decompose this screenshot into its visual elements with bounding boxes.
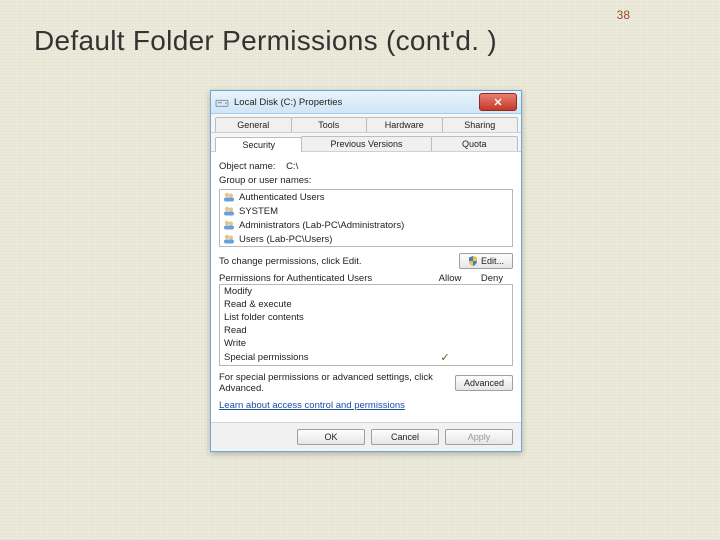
list-item[interactable]: SYSTEM — [220, 204, 512, 218]
allow-header: Allow — [429, 273, 471, 284]
deny-header: Deny — [471, 273, 513, 284]
perm-name: Read & execute — [224, 299, 424, 310]
dialog-footer: OK Cancel Apply — [211, 422, 521, 451]
user-name: SYSTEM — [239, 206, 278, 217]
perm-name: Special permissions — [224, 352, 424, 363]
perm-row: Write — [220, 337, 512, 350]
user-list[interactable]: Authenticated Users SYSTEM Administrator… — [219, 189, 513, 247]
shield-icon — [468, 256, 478, 266]
permissions-for-label: Permissions for Authenticated Users — [219, 273, 429, 284]
user-name: Authenticated Users — [239, 192, 325, 203]
perm-name: Write — [224, 338, 424, 349]
properties-dialog: Local Disk (C:) Properties General Tools… — [210, 90, 522, 452]
perm-row: Read — [220, 324, 512, 337]
perm-name: Read — [224, 325, 424, 336]
object-name-value: C:\ — [286, 161, 298, 172]
tab-tools[interactable]: Tools — [291, 117, 368, 132]
edit-button[interactable]: Edit... — [459, 253, 513, 269]
users-icon — [223, 191, 235, 203]
users-icon — [223, 233, 235, 245]
tab-row-1: General Tools Hardware Sharing — [211, 114, 521, 133]
perm-name: Modify — [224, 286, 424, 297]
object-name-label: Object name: — [219, 161, 276, 172]
object-name-row: Object name: C:\ — [219, 161, 513, 172]
tab-body-security: Object name: C:\ Group or user names: Au… — [211, 152, 521, 422]
tab-previous-versions[interactable]: Previous Versions — [301, 136, 431, 151]
advanced-button[interactable]: Advanced — [455, 375, 513, 391]
tab-security[interactable]: Security — [215, 137, 302, 152]
list-item[interactable]: Authenticated Users — [220, 190, 512, 204]
dialog-title: Local Disk (C:) Properties — [234, 97, 479, 108]
perm-name: List folder contents — [224, 312, 424, 323]
perm-row: Read & execute — [220, 298, 512, 311]
users-icon — [223, 205, 235, 217]
tab-row-2: Security Previous Versions Quota — [211, 133, 521, 152]
drive-icon — [215, 96, 229, 108]
perm-row: Modify — [220, 285, 512, 298]
group-label: Group or user names: — [219, 175, 513, 186]
users-icon — [223, 219, 235, 231]
slide-number: 38 — [617, 8, 630, 22]
perm-row: Special permissions✓ — [220, 350, 512, 365]
cancel-button[interactable]: Cancel — [371, 429, 439, 445]
tab-hardware[interactable]: Hardware — [366, 117, 443, 132]
user-name: Administrators (Lab-PC\Administrators) — [239, 220, 404, 231]
ok-button[interactable]: OK — [297, 429, 365, 445]
tab-general[interactable]: General — [215, 117, 292, 132]
permissions-list[interactable]: Modify Read & execute List folder conten… — [219, 284, 513, 366]
learn-link[interactable]: Learn about access control and permissio… — [219, 400, 405, 411]
edit-hint: To change permissions, click Edit. — [219, 256, 362, 267]
slide-title: Default Folder Permissions (cont'd. ) — [34, 25, 497, 57]
perm-row: List folder contents — [220, 311, 512, 324]
apply-button[interactable]: Apply — [445, 429, 513, 445]
close-icon — [494, 98, 502, 106]
allow-cell: ✓ — [424, 351, 466, 364]
tab-sharing[interactable]: Sharing — [442, 117, 519, 132]
advanced-hint: For special permissions or advanced sett… — [219, 372, 455, 394]
user-name: Users (Lab-PC\Users) — [239, 234, 332, 245]
list-item[interactable]: Users (Lab-PC\Users) — [220, 232, 512, 246]
close-button[interactable] — [479, 93, 517, 111]
titlebar[interactable]: Local Disk (C:) Properties — [211, 91, 521, 114]
tab-quota[interactable]: Quota — [431, 136, 518, 151]
list-item[interactable]: Administrators (Lab-PC\Administrators) — [220, 218, 512, 232]
edit-button-label: Edit... — [481, 256, 504, 266]
